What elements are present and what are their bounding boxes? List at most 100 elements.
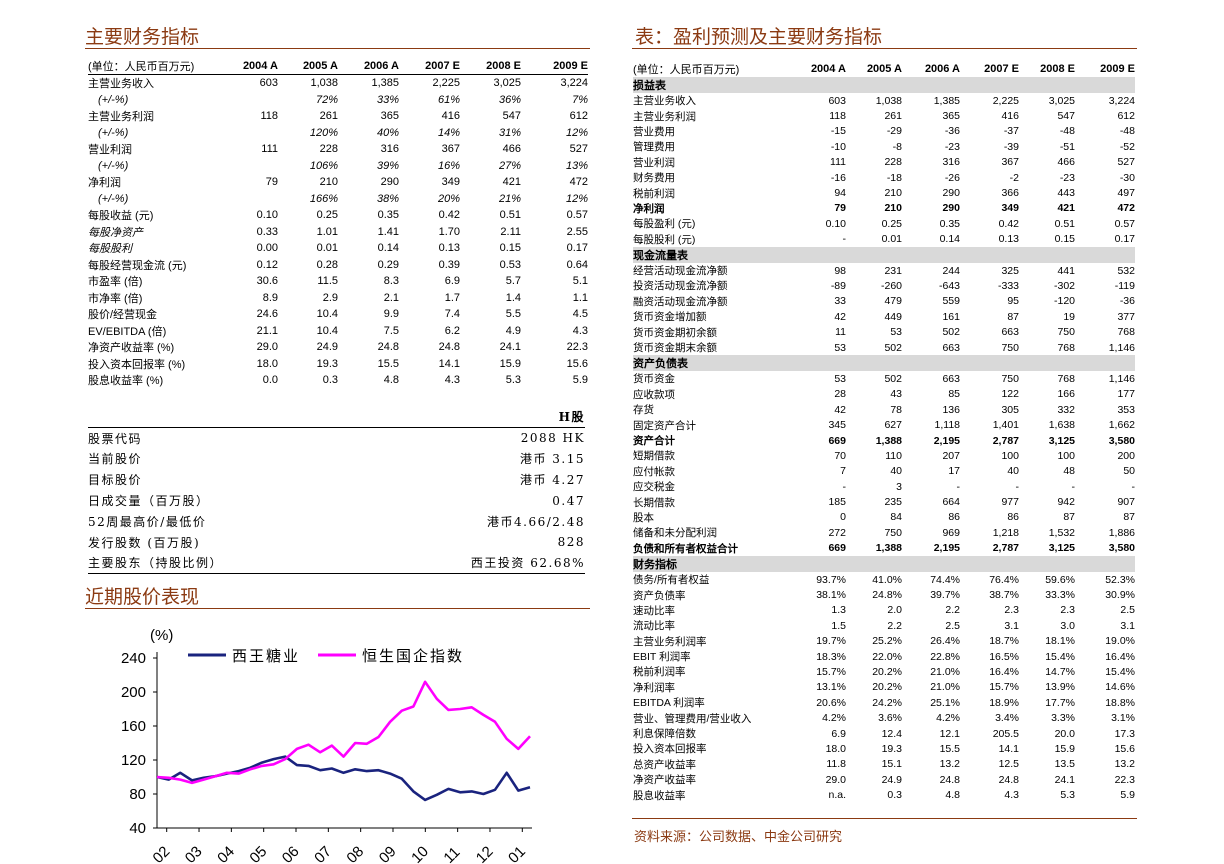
- cell-value: 98: [834, 264, 846, 277]
- cell-value: 0.28: [316, 258, 338, 271]
- cell-value: 16.5%: [989, 650, 1019, 663]
- cell-value: 441: [1057, 264, 1075, 277]
- cell-value: 0.17: [566, 242, 588, 255]
- cell-value: 9.9: [383, 308, 399, 321]
- y-tick-label: 240: [121, 650, 146, 667]
- cell-value: 377: [1117, 310, 1135, 323]
- year-header: 2007 E: [984, 62, 1019, 75]
- row-label: 净利润率: [633, 681, 675, 694]
- chart-title-rule: [85, 608, 590, 609]
- cell-value: 3.0: [1060, 619, 1075, 632]
- cell-value: 0.0: [262, 374, 278, 387]
- cell-value: 28: [834, 388, 846, 401]
- cell-value: [232, 191, 278, 208]
- row-label: 资产合计: [633, 435, 675, 447]
- cell-value: 2.2: [887, 619, 902, 632]
- cell-value: 0.29: [377, 258, 399, 271]
- row-label: 市净率 (倍): [88, 292, 143, 305]
- year-header: 2006 A: [338, 58, 399, 75]
- row-label: 营业、管理费用/营业收入: [633, 712, 752, 725]
- x-tick-label: 09: [376, 843, 400, 864]
- cell-value: 4.3: [1004, 789, 1019, 802]
- cell-value: 0.01: [881, 233, 902, 246]
- row-label: 货币资金期初余额: [633, 326, 717, 339]
- cell-value: -333: [997, 279, 1019, 292]
- table-row: 投入资本回报率 18.0 19.3 15.5 14.1 15.9 15.6: [633, 741, 1135, 756]
- cell-value: 612: [1117, 110, 1135, 123]
- cell-value: 20.2%: [872, 681, 902, 694]
- x-tick-label: 11: [440, 844, 463, 864]
- cell-value: 33: [834, 295, 846, 308]
- cell-value: 0.53: [499, 258, 521, 271]
- row-label: 储备和未分配利润: [633, 527, 717, 540]
- cell-value: -2: [1009, 171, 1019, 184]
- year-header: 2005 A: [278, 58, 338, 75]
- cell-value: 479: [884, 295, 902, 308]
- cell-value: 42: [834, 403, 846, 416]
- cell-value: -52: [1119, 140, 1135, 153]
- row-label: 净利润: [88, 177, 121, 190]
- cell-value: -302: [1053, 279, 1075, 292]
- cell-value: 15.7%: [816, 665, 846, 678]
- year-header: 2004 A: [810, 62, 846, 75]
- cell-value: 272: [828, 526, 846, 539]
- cell-value: -36: [1119, 295, 1135, 308]
- row-label: 每股收益 (元): [88, 210, 154, 223]
- cell-value: 1.3: [831, 604, 846, 617]
- row-label: 主营业务利润率: [633, 635, 707, 648]
- row-label: 货币资金增加额: [633, 311, 707, 324]
- x-tick-label: 10: [408, 843, 432, 864]
- table-row: 每股股利 (元) - 0.01 0.14 0.13 0.15 0.17: [633, 232, 1135, 247]
- cell-value: 1,146: [1108, 372, 1135, 385]
- stock-info-row: 日成交量（百万股） 0.47: [88, 490, 585, 511]
- cell-value: 1,218: [992, 526, 1019, 539]
- cell-value: 21.1: [256, 324, 278, 337]
- cell-value: [232, 158, 278, 175]
- row-label: 负债和所有者权益合计: [633, 542, 738, 555]
- row-label: 主营业务利润: [88, 111, 154, 124]
- cell-value: 24.1: [499, 341, 521, 354]
- cell-value: 74.4%: [930, 573, 960, 586]
- cell-value: 40: [890, 465, 902, 478]
- cell-value: 663: [942, 372, 960, 385]
- table-row: (+/-%) 120% 40% 14% 31% 12%: [88, 125, 588, 142]
- table-row: 长期借款 185 235 664 977 942 907: [633, 494, 1135, 509]
- cell-value: 0.25: [881, 217, 902, 230]
- cell-value: 111: [830, 156, 846, 169]
- right-title-rule: [632, 48, 1137, 49]
- series-line-xiwang-sugar: [156, 755, 531, 802]
- cell-value: -29: [886, 125, 902, 138]
- cell-value: 53: [834, 372, 846, 385]
- cell-value: 13.5: [1054, 758, 1075, 771]
- cell-value: 200: [1117, 449, 1135, 462]
- cell-value: 87: [1123, 511, 1135, 524]
- cell-value: 0.17: [1114, 233, 1135, 246]
- cell-value: 0.3: [887, 789, 902, 802]
- cell-value: 0.42: [438, 209, 460, 222]
- row-label: 应交税金: [633, 481, 675, 494]
- row-label: 财务费用: [633, 172, 675, 185]
- table-row: 每股净资产 0.33 1.01 1.41 1.70 2.11 2.55: [88, 224, 588, 241]
- row-label: 主营业务利润: [633, 110, 696, 123]
- cell-value: n.a.: [828, 789, 846, 802]
- cell-value: 22.0%: [872, 650, 902, 663]
- year-header: 2008 E: [460, 58, 521, 75]
- stock-info-value: 828: [557, 535, 585, 550]
- table-row: 主营业务利润率 19.7% 25.2% 26.4% 18.7% 18.1% 19.0%: [633, 634, 1135, 649]
- table-row: 投资活动现金流净额 -89 -260 -643 -333 -302 -119: [633, 278, 1135, 293]
- source-rule: [632, 818, 1137, 819]
- row-label: 营业费用: [633, 125, 675, 138]
- table-row: 资产负债率 38.1% 24.8% 39.7% 38.7% 33.3% 30.9%: [633, 587, 1135, 602]
- row-label: 资产负债率: [633, 589, 686, 602]
- cell-value: 17.7%: [1045, 696, 1075, 709]
- cell-value: 15.4%: [1045, 650, 1075, 663]
- stock-info-value: 港币 4.27: [519, 473, 585, 488]
- cell-value: -: [1071, 480, 1076, 493]
- cell-value: -16: [830, 171, 846, 184]
- cell-value: 1.70: [438, 225, 460, 238]
- row-label: 速动比率: [633, 604, 675, 617]
- cell-value: 24.8%: [872, 589, 902, 602]
- cell-value: 5.3: [505, 374, 521, 387]
- cell-value: 52.3%: [1105, 573, 1135, 586]
- cell-value: 3.1%: [1111, 712, 1135, 725]
